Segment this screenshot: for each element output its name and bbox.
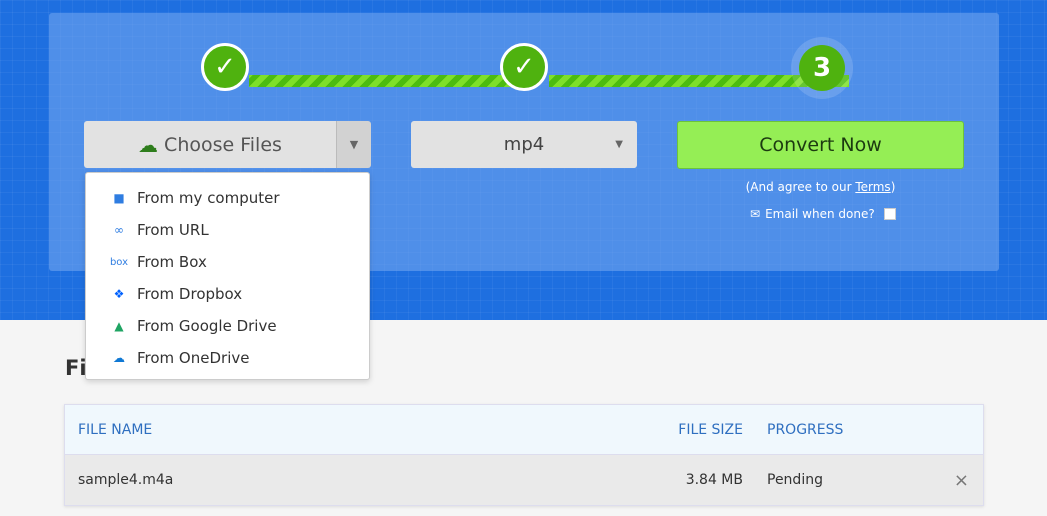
menu-item-google-drive[interactable]: ▲ From Google Drive <box>86 310 369 342</box>
cloud-upload-icon: ☁ <box>138 132 159 157</box>
file-progress: Pending <box>767 472 823 488</box>
header-progress: PROGRESS <box>767 421 844 438</box>
header-file-size: FILE SIZE <box>678 421 743 438</box>
choose-files-dropdown-toggle[interactable]: ▼ <box>336 121 371 168</box>
terms-link[interactable]: Terms <box>855 180 890 194</box>
link-icon: ∞ <box>114 223 124 237</box>
onedrive-icon: ☁ <box>113 351 125 365</box>
format-value: mp4 <box>503 134 545 155</box>
choose-files-label: Choose Files <box>164 133 282 156</box>
folder-icon: ■ <box>113 191 125 205</box>
terms-suffix: ) <box>890 180 896 194</box>
dropbox-icon: ❖ <box>113 287 125 301</box>
caret-down-icon: ▼ <box>349 138 359 151</box>
choose-files-menu: ■ From my computer ∞ From URL box From Box … <box>85 172 370 380</box>
step-connector <box>249 75 529 87</box>
file-name: sample4.m4a <box>78 472 174 488</box>
table-header: FILE NAME FILE SIZE PROGRESS <box>65 405 983 455</box>
files-table: FILE NAME FILE SIZE PROGRESS sample4.m4a… <box>64 404 984 506</box>
header-file-name: FILE NAME <box>78 421 153 438</box>
email-checkbox[interactable] <box>883 208 896 220</box>
email-label: Email when done? <box>765 207 875 221</box>
box-icon: box <box>109 256 129 268</box>
menu-item-label: From OneDrive <box>137 349 250 367</box>
choose-files-button[interactable]: ☁ Choose Files <box>84 121 336 168</box>
menu-item-label: From URL <box>137 221 209 239</box>
step-1-check-icon: ✓ <box>201 43 249 91</box>
menu-item-label: From Google Drive <box>137 317 277 335</box>
step-2-check-icon: ✓ <box>500 43 548 91</box>
terms-notice: (And agree to our Terms) <box>677 180 964 194</box>
menu-item-computer[interactable]: ■ From my computer <box>86 182 369 214</box>
menu-item-label: From Dropbox <box>137 285 243 303</box>
menu-item-label: From my computer <box>137 189 280 207</box>
menu-item-dropbox[interactable]: ❖ From Dropbox <box>86 278 369 310</box>
terms-prefix: (And agree to our <box>745 180 856 194</box>
convert-now-button[interactable]: Convert Now <box>677 121 964 169</box>
remove-file-icon[interactable]: × <box>954 470 969 491</box>
envelope-icon: ✉ <box>750 207 761 221</box>
table-row: sample4.m4a 3.84 MB Pending × <box>65 455 983 505</box>
google-drive-icon: ▲ <box>114 319 124 333</box>
menu-item-onedrive[interactable]: ☁ From OneDrive <box>86 342 369 374</box>
file-size: 3.84 MB <box>685 472 743 488</box>
step-3-indicator: 3 <box>799 45 845 91</box>
menu-item-box[interactable]: box From Box <box>86 246 369 278</box>
menu-item-url[interactable]: ∞ From URL <box>86 214 369 246</box>
menu-item-label: From Box <box>137 253 207 271</box>
email-when-done: ✉ Email when done? <box>750 207 896 221</box>
format-select[interactable]: mp4 ▼ <box>411 121 637 168</box>
caret-down-icon: ▼ <box>615 139 623 150</box>
